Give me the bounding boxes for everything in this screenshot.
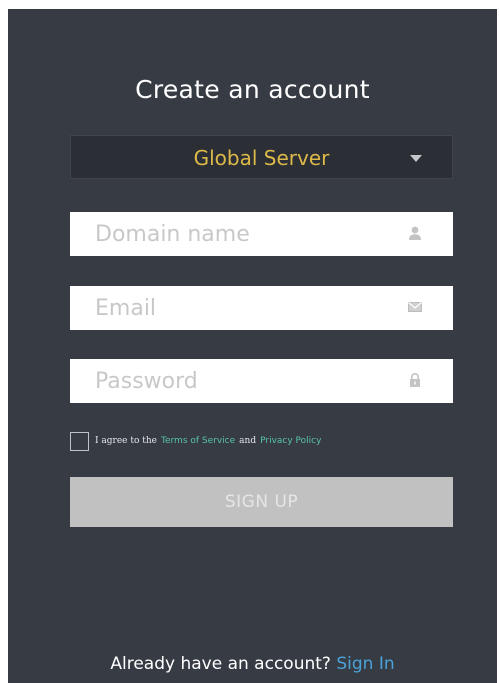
email-field-wrapper — [70, 286, 453, 330]
signin-prompt: Already have an account? Sign In — [8, 654, 497, 674]
server-select[interactable]: Global Server — [70, 135, 453, 179]
lock-icon — [407, 372, 423, 388]
chevron-down-icon — [410, 155, 422, 162]
signup-button[interactable]: SIGN UP — [70, 477, 453, 527]
agree-checkbox[interactable] — [70, 431, 89, 451]
signin-link[interactable]: Sign In — [336, 654, 394, 674]
password-field[interactable] — [70, 359, 453, 403]
agree-prefix: I agree to the — [95, 436, 157, 446]
envelope-icon — [407, 299, 423, 315]
terms-link[interactable]: Terms of Service — [161, 436, 235, 446]
terms-agreement: I agree to the Terms of Service and Priv… — [70, 430, 321, 452]
domain-field-wrapper — [70, 212, 453, 256]
server-select-label: Global Server — [193, 146, 330, 170]
email-field[interactable] — [70, 286, 453, 330]
footer-text: Already have an account? — [110, 654, 331, 674]
password-field-wrapper — [70, 359, 453, 403]
signup-panel: Create an account Global Server Domain n… — [8, 9, 497, 683]
agree-and: and — [239, 436, 257, 446]
page-title: Create an account — [135, 75, 370, 104]
privacy-link[interactable]: Privacy Policy — [260, 436, 321, 446]
user-icon — [407, 225, 423, 241]
domain-field[interactable] — [70, 212, 453, 256]
